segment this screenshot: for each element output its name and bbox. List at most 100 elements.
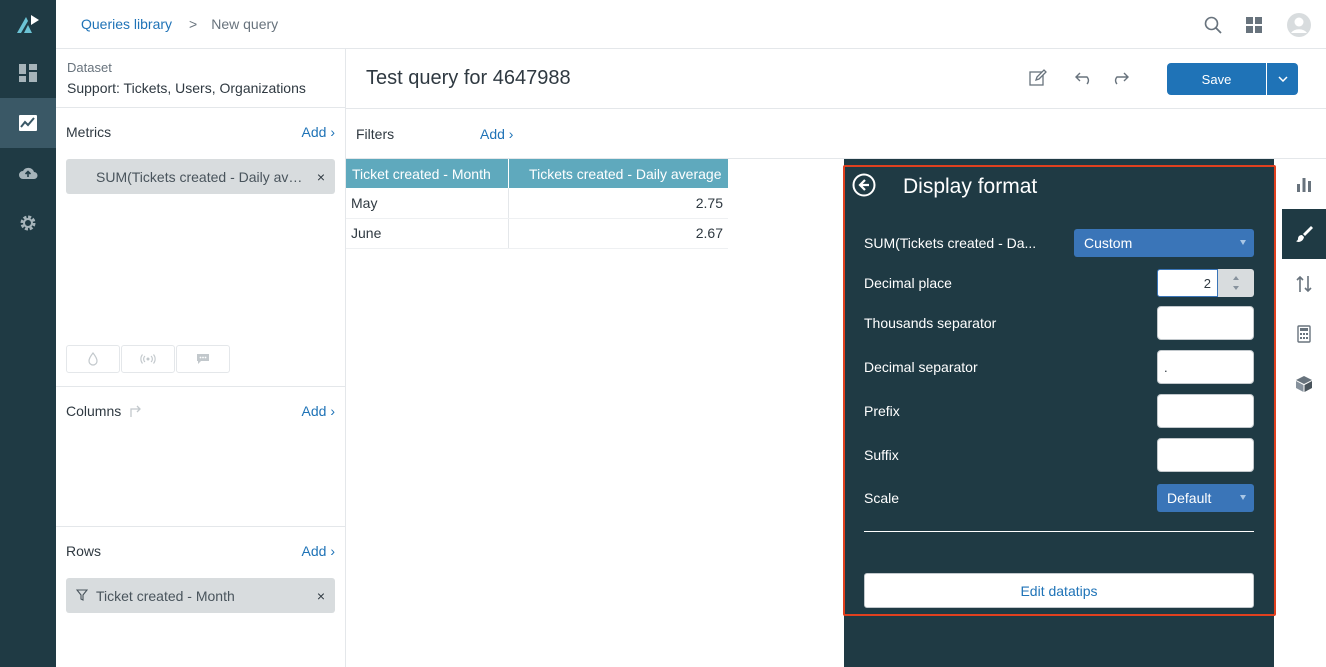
prefix-row: Prefix [864, 394, 1254, 428]
breadcrumb-current: New query [211, 16, 279, 32]
scale-label: Scale [864, 490, 900, 506]
table-row: June 2.67 [346, 218, 728, 249]
decimal-place-input[interactable]: 2 [1157, 269, 1218, 297]
rows-title: Rows [66, 543, 102, 559]
decimal-separator-input[interactable]: . [1157, 350, 1254, 384]
table-cell: June [346, 218, 508, 249]
query-builder-panel: Dataset Support: Tickets, Users, Organiz… [56, 49, 346, 667]
swap-arrows-icon[interactable] [129, 404, 143, 418]
metric-tools [66, 345, 230, 373]
add-column-link[interactable]: Add › [302, 403, 335, 419]
display-format-panel: Display format SUM(Tickets created - Da.… [844, 159, 1274, 667]
metric-format-select[interactable]: Custom [1074, 229, 1254, 257]
query-title[interactable]: Test query for 4647988 [366, 67, 571, 90]
thousands-separator-label: Thousands separator [864, 315, 997, 331]
decimal-place-row: Decimal place 2 [864, 269, 1254, 297]
metric-format-value: Custom [1084, 235, 1133, 251]
sort-arrows-icon[interactable] [1282, 259, 1326, 309]
suffix-label: Suffix [864, 447, 899, 463]
breadcrumb-queries-library[interactable]: Queries library [81, 16, 172, 32]
columns-section: Columns Add › [56, 387, 345, 527]
comment-icon[interactable] [176, 345, 230, 373]
dashboard-icon[interactable] [0, 48, 56, 98]
increment-icon[interactable] [1233, 276, 1239, 280]
scale-select[interactable]: Default [1157, 484, 1254, 512]
stepper-buttons[interactable] [1218, 269, 1254, 297]
reports-icon[interactable] [0, 98, 56, 148]
columns-title: Columns [66, 403, 143, 419]
undo-icon[interactable] [1075, 71, 1093, 88]
query-toolbar: Save [1029, 63, 1326, 95]
cube-icon[interactable] [1282, 359, 1326, 409]
rows-section: Rows Add › Ticket created - Month × [56, 527, 345, 667]
scale-value: Default [1167, 490, 1212, 506]
save-options-chevron-down-icon[interactable] [1266, 63, 1298, 95]
prefix-label: Prefix [864, 403, 900, 419]
metric-pill[interactable]: SUM(Tickets created - Daily average) × [66, 159, 335, 194]
add-filter-link[interactable]: Add › [480, 126, 513, 142]
table-header[interactable]: Tickets created - Daily average [508, 159, 729, 188]
metric-pill-label: SUM(Tickets created - Daily average) [96, 168, 309, 185]
bar-chart-icon[interactable] [1282, 159, 1326, 209]
user-avatar-icon[interactable] [1286, 12, 1312, 41]
calculator-icon[interactable] [1282, 309, 1326, 359]
columns-label: Columns [66, 403, 122, 419]
dataset-name[interactable]: Support: Tickets, Users, Organizations [67, 80, 334, 96]
top-icons [1204, 12, 1312, 41]
table-cell: 2.67 [507, 218, 728, 249]
remove-row-icon[interactable]: × [317, 588, 325, 604]
filter-funnel-icon[interactable] [76, 589, 88, 601]
decimal-separator-row: Decimal separator . [864, 350, 1254, 384]
add-row-link[interactable]: Add › [302, 543, 335, 559]
scale-row: Scale Default [864, 484, 1254, 512]
paintbrush-icon[interactable] [1282, 209, 1326, 259]
suffix-row: Suffix [864, 438, 1254, 472]
prefix-input[interactable] [1157, 394, 1254, 428]
chart-tools-sidebar [1282, 159, 1326, 667]
row-pill-label: Ticket created - Month [96, 587, 235, 604]
metrics-title: Metrics [66, 124, 112, 140]
result-table: Ticket created - Month Tickets created -… [346, 159, 729, 249]
redo-icon[interactable] [1111, 71, 1129, 88]
suffix-input[interactable] [1157, 438, 1254, 472]
top-bar: Queries library > New query [56, 0, 1326, 49]
explore-logo-icon[interactable] [0, 0, 56, 48]
table-cell: 2.75 [507, 188, 728, 219]
dataset-section: Dataset Support: Tickets, Users, Organiz… [56, 49, 345, 108]
chevron-down-icon [1240, 495, 1246, 500]
decimal-place-stepper: 2 [1157, 269, 1254, 297]
metric-format-label: SUM(Tickets created - Da... [864, 235, 1037, 251]
query-header: Test query for 4647988 Save [346, 49, 1326, 109]
apps-grid-icon[interactable] [1246, 17, 1262, 36]
breadcrumb-separator: > [189, 16, 198, 32]
save-button[interactable]: Save [1167, 63, 1266, 95]
edit-datatips-button[interactable]: Edit datatips [864, 573, 1254, 608]
table-cell: May [346, 188, 508, 219]
save-button-group: Save [1167, 63, 1298, 95]
dataset-label: Dataset [67, 60, 112, 75]
decrement-icon[interactable] [1233, 286, 1239, 290]
metrics-section: Metrics Add › SUM(Tickets created - Dail… [56, 108, 345, 387]
search-icon[interactable] [1204, 16, 1222, 37]
global-nav [0, 0, 56, 667]
thousands-separator-input[interactable] [1157, 306, 1254, 340]
color-drop-icon[interactable] [66, 345, 120, 373]
thousands-separator-row: Thousands separator [864, 306, 1254, 340]
table-header[interactable]: Ticket created - Month [346, 159, 509, 188]
back-arrow-icon[interactable] [852, 173, 876, 200]
filters-bar: Filters Add › [346, 109, 1326, 159]
decimal-separator-label: Decimal separator [864, 359, 978, 375]
admin-gear-icon[interactable] [0, 198, 56, 248]
breadcrumb: Queries library > New query [81, 16, 278, 32]
row-pill[interactable]: Ticket created - Month × [66, 578, 335, 613]
filters-label: Filters [356, 125, 395, 142]
edit-pencil-icon[interactable] [1029, 68, 1047, 90]
display-format-title: Display format [903, 174, 1038, 198]
datasets-cloud-icon[interactable] [0, 148, 56, 198]
metric-format-row: SUM(Tickets created - Da... Custom [864, 229, 1254, 257]
add-metric-link[interactable]: Add › [302, 124, 335, 140]
signal-icon[interactable] [121, 345, 175, 373]
divider [864, 531, 1254, 532]
remove-metric-icon[interactable]: × [317, 169, 325, 185]
chevron-down-icon [1240, 240, 1246, 245]
